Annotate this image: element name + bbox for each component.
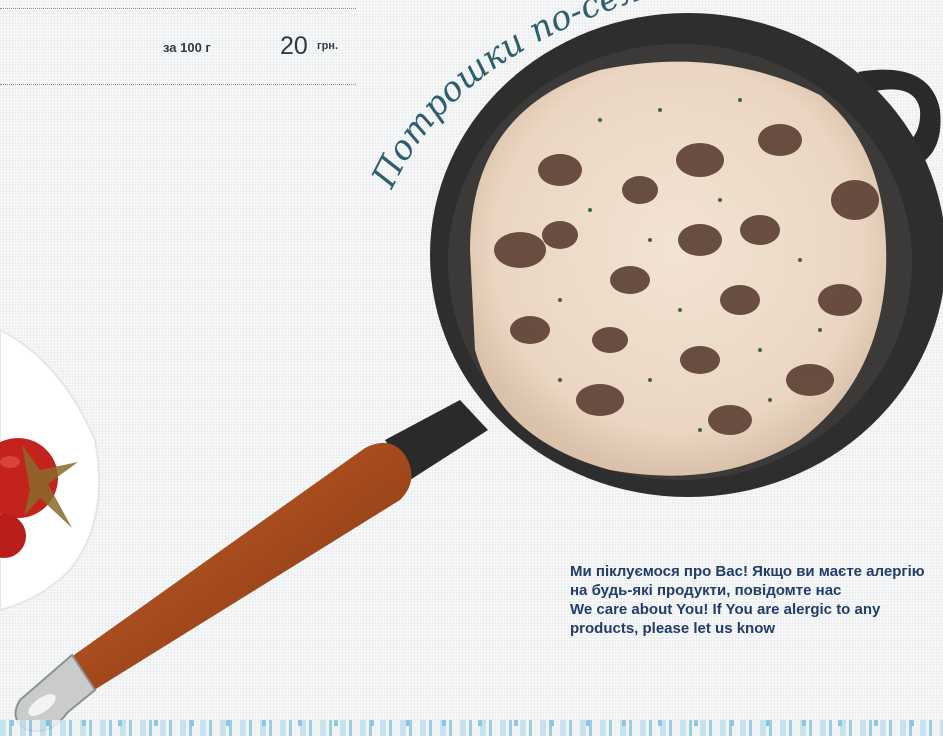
allergy-notice: Ми піклуємося про Вас! Якщо ви маєте але… (570, 562, 943, 638)
notice-line-3: We care about You! If You are alergic to… (570, 601, 881, 618)
notice-line-1: Ми піклуємося про Вас! Якщо ви маєте але… (570, 563, 925, 580)
notice-line-2: на будь-які продукти, повідомте нас (570, 582, 842, 599)
notice-line-4: products, please let us know (570, 620, 776, 637)
ornament-border (0, 720, 943, 736)
